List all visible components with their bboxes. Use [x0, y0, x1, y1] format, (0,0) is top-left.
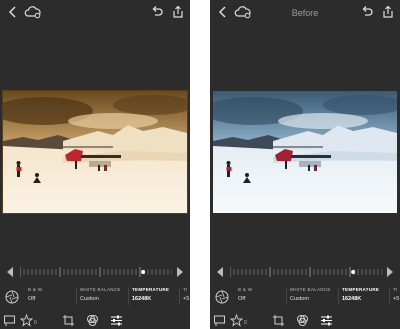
arrow-left-icon[interactable] — [216, 267, 224, 277]
bottom-toolbar: 0 — [210, 311, 400, 329]
arrow-right-icon[interactable] — [386, 267, 394, 277]
photo-preview[interactable] — [3, 91, 187, 213]
param-label: TEMPERATURE — [132, 287, 170, 292]
star-icon[interactable] — [230, 314, 243, 327]
share-icon[interactable] — [381, 5, 395, 19]
param-value: Custom — [290, 296, 309, 302]
param-value: 16248K — [342, 296, 362, 302]
photo-preview[interactable] — [213, 91, 397, 213]
param-value: Off — [238, 296, 246, 302]
arrow-right-icon[interactable] — [176, 267, 184, 277]
aperture-icon[interactable] — [215, 290, 229, 304]
rating-count: 0 — [34, 320, 37, 326]
color-icon[interactable] — [296, 314, 309, 327]
divider — [389, 287, 390, 305]
param-label: TI — [393, 287, 398, 292]
divider — [338, 287, 339, 305]
divider — [179, 287, 180, 305]
share-icon[interactable] — [171, 5, 185, 19]
flag-icon[interactable] — [3, 314, 16, 327]
param-label: TI — [183, 287, 188, 292]
color-icon[interactable] — [86, 314, 99, 327]
param-label: WHITE BALANCE — [290, 287, 331, 292]
adjustment-row: B & W Off WHITE BALANCE Custom TEMPERATU… — [0, 285, 190, 309]
crop-icon[interactable] — [62, 314, 75, 327]
rating-count: 0 — [244, 320, 247, 326]
divider — [76, 287, 77, 305]
arrow-left-icon[interactable] — [6, 267, 14, 277]
param-value: Custom — [80, 296, 99, 302]
param-label: B & W — [238, 287, 253, 292]
param-white-balance[interactable]: WHITE BALANCE Custom — [80, 287, 121, 309]
bottom-toolbar: 0 — [0, 311, 190, 329]
back-icon[interactable] — [6, 5, 20, 19]
star-icon[interactable] — [20, 314, 33, 327]
param-white-balance[interactable]: WHITE BALANCE Custom — [290, 287, 331, 309]
param-label: WHITE BALANCE — [80, 287, 121, 292]
param-temperature[interactable]: TEMPERATURE 16248K — [342, 287, 379, 309]
param-value: +5 — [183, 296, 190, 302]
param-bw[interactable]: B & W Off — [238, 287, 252, 309]
edit-screen-after: B & W Off WHITE BALANCE Custom TEMPERATU… — [0, 0, 190, 329]
param-tint[interactable]: TI +5 — [393, 287, 399, 309]
param-value: +5 — [393, 296, 400, 302]
aperture-icon[interactable] — [5, 290, 19, 304]
param-value: Off — [28, 296, 36, 302]
adjustment-row: B & W Off WHITE BALANCE Custom TEMPERATU… — [210, 285, 400, 309]
crop-icon[interactable] — [272, 314, 285, 327]
divider — [128, 287, 129, 305]
adjust-sliders-icon[interactable] — [110, 314, 123, 327]
slider-ticks[interactable] — [20, 266, 172, 278]
top-toolbar — [0, 0, 190, 26]
param-bw[interactable]: B & W Off — [28, 287, 42, 309]
top-toolbar: Before — [210, 0, 400, 26]
slider-thumb[interactable] — [351, 270, 356, 274]
slider-thumb[interactable] — [141, 270, 146, 274]
param-tint[interactable]: TI +5 — [183, 287, 189, 309]
param-label: TEMPERATURE — [342, 287, 380, 292]
adjust-sliders-icon[interactable] — [320, 314, 333, 327]
undo-icon[interactable] — [150, 5, 164, 19]
flag-icon[interactable] — [213, 314, 226, 327]
cloud-sync-icon[interactable] — [24, 5, 42, 19]
param-value: 16248K — [132, 296, 152, 302]
slider-ticks[interactable] — [230, 266, 382, 278]
edit-screen-before: Before B & W Off WHITE BALANCE Custom TE… — [210, 0, 400, 329]
param-label: B & W — [28, 287, 43, 292]
temperature-slider[interactable] — [210, 264, 400, 280]
undo-icon[interactable] — [360, 5, 374, 19]
param-temperature[interactable]: TEMPERATURE 16248K — [132, 287, 169, 309]
divider — [286, 287, 287, 305]
temperature-slider[interactable] — [0, 264, 190, 280]
